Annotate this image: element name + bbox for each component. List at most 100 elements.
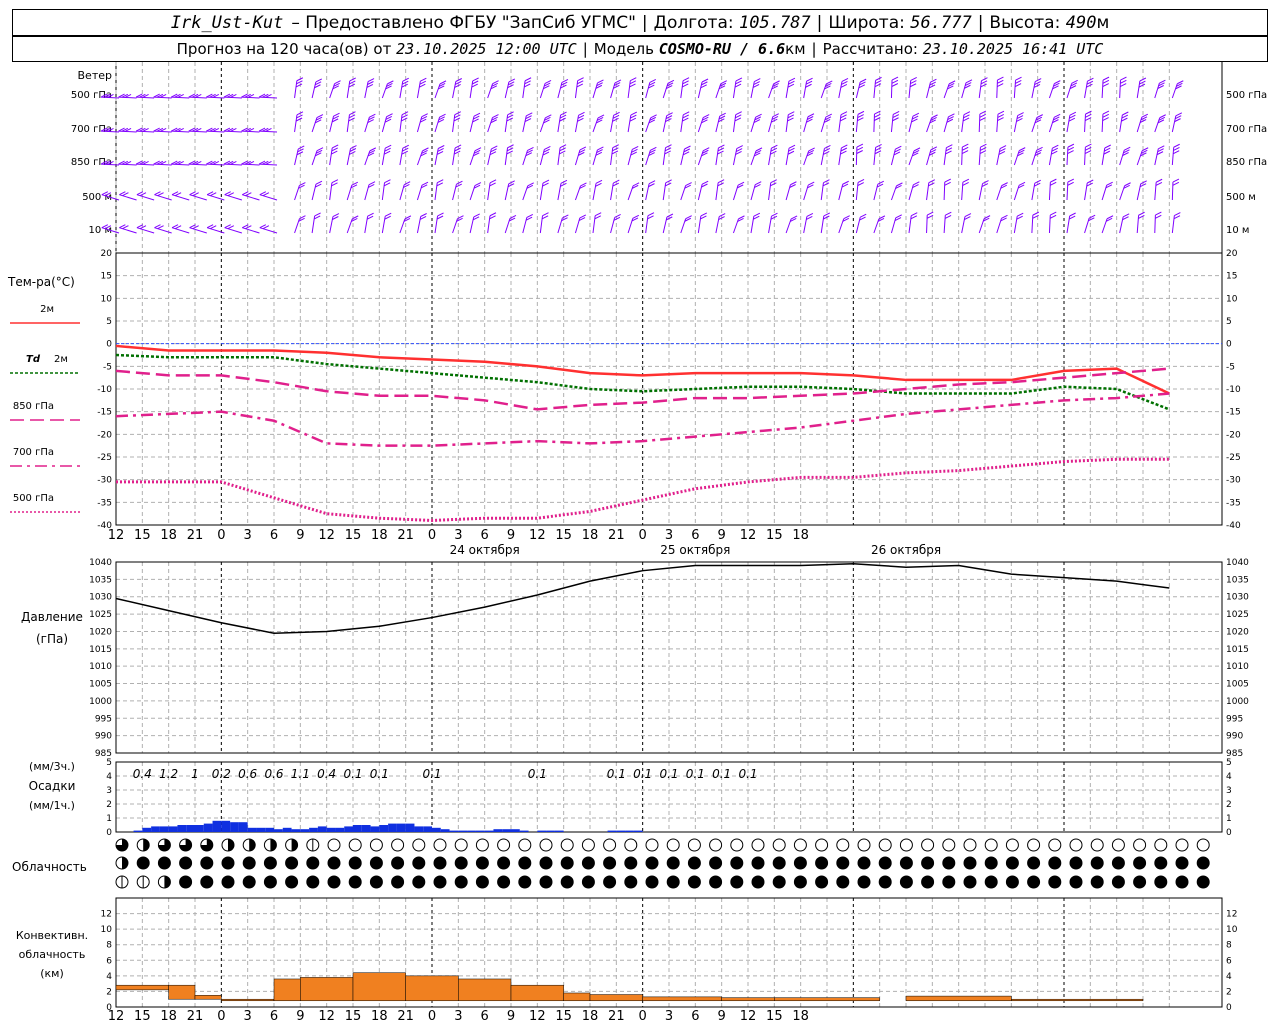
precip-ytick-label-right: 4 [1226,772,1232,782]
wind-barb-shaft [224,227,243,234]
cloud-cover-symbol [1048,838,1062,852]
cloud-cover-symbol [963,838,977,852]
wind-barb [662,144,672,166]
wind-barb [645,146,657,166]
wind-barb-feather [717,179,725,184]
precip-bar [177,825,187,832]
wind-barb-feather [1016,212,1024,217]
cloud-cover-symbol [793,875,807,889]
x-hour-label: 0 [639,528,647,543]
wind-barb [943,178,951,201]
wind-barb-feather [577,80,584,85]
wind-barb-feather [1172,181,1180,186]
precip-amount-label: 0.1 [738,767,757,781]
wind-barb [890,145,902,166]
wind-barb-feather [806,77,813,82]
wind-barb [662,112,673,133]
wind-barb [399,144,410,166]
wind-barb [206,160,225,166]
wind-barb [697,78,709,99]
temp-ytick-label-right: -40 [1226,521,1241,531]
wind-barb [539,79,552,99]
x-hour-label: 12 [318,528,335,543]
wind-barb-feather [682,77,690,82]
wind-barb-feather [401,114,408,119]
wind-barb-feather [788,144,796,149]
cloud-fill-full [222,857,234,869]
wind-barb-feather [790,215,798,220]
cloud-fill-full [646,857,658,869]
convective-bar [510,984,564,1002]
wind-barb [452,78,463,99]
convective-ytick-label: 12 [101,910,112,920]
x-hour-label: 15 [134,528,151,543]
precip-ytick-label: 5 [106,758,112,768]
wind-barb-feather [788,111,795,116]
wind-barb [171,127,190,133]
cloud-cover-symbol [857,856,871,870]
wind-barb [961,178,970,201]
cloud-fill-full [518,876,531,888]
pressure-ytick-label-right: 1020 [1226,627,1249,637]
wind-barb-feather [963,114,970,119]
temp-ytick-label: -5 [103,362,112,372]
wind-barb [855,78,867,99]
wind-barb [574,214,587,234]
cloud-cover-symbol [518,856,532,870]
wind-barb-feather [700,212,708,217]
wind-barb [557,214,569,234]
wind-barb [469,77,479,99]
wind-barb-shaft [189,194,207,201]
convective-bar [221,998,275,1002]
cloud-cover-symbol [327,875,341,889]
wind-barb [768,179,777,201]
wind-barb-feather [734,117,742,122]
cloud-cover-symbol [475,838,489,852]
cloud-cover-symbol [1090,838,1104,852]
x-hour-label: 6 [481,528,489,543]
precip-bar [484,830,494,832]
precip-ytick-label: 0 [106,828,112,838]
wind-barb [504,144,514,166]
wind-barb [1066,212,1076,234]
cloud-cover-symbol [921,838,935,852]
cloud-cover-symbol [1048,856,1062,870]
precip-bar [159,826,169,832]
wind-barb [715,80,728,99]
wind-barb [171,224,190,234]
precip-bar [265,827,274,832]
wind-barb [1119,111,1129,133]
temp-ytick-label-right: -35 [1226,498,1241,508]
wind-barb [627,214,640,234]
wind-barb [1154,145,1165,166]
cloud-fill-full [900,857,913,869]
x-hour-label-bottom: 6 [270,1009,278,1024]
cloud-fill-full [985,857,998,869]
wind-barb-feather [472,77,479,82]
temp-ytick-label: 5 [106,317,112,327]
wind-barb-feather [578,111,585,116]
cloud-fill-full [518,857,531,869]
wind-barb-feather [454,111,462,116]
wind-barb [908,147,921,166]
cloud-cover-symbol [327,838,341,852]
wind-barb [135,93,155,99]
cloud-cover-symbol [454,875,468,889]
wind-barb [241,127,260,133]
pressure-ytick-label-right: 995 [1226,714,1243,724]
cloud-fill-full [879,876,892,888]
wind-barb [610,79,622,99]
convective-bar [721,997,775,1002]
cloud-fill-full [1048,857,1061,869]
wind-level-label: 850 гПа [71,157,112,168]
cloud-fill-full [646,876,658,888]
cloud-fill-full [285,857,298,869]
temp-ytick-label-right: 5 [1226,317,1232,327]
wind-barb-feather [926,211,934,216]
precip-ytick-label-right: 2 [1226,800,1232,810]
precip-amount-label: 0.4 [133,767,152,781]
cloud-cover-symbol [1133,875,1147,889]
temp-ytick-label: -15 [97,408,112,418]
wind-barb [171,93,190,99]
wind-barb [381,113,393,133]
